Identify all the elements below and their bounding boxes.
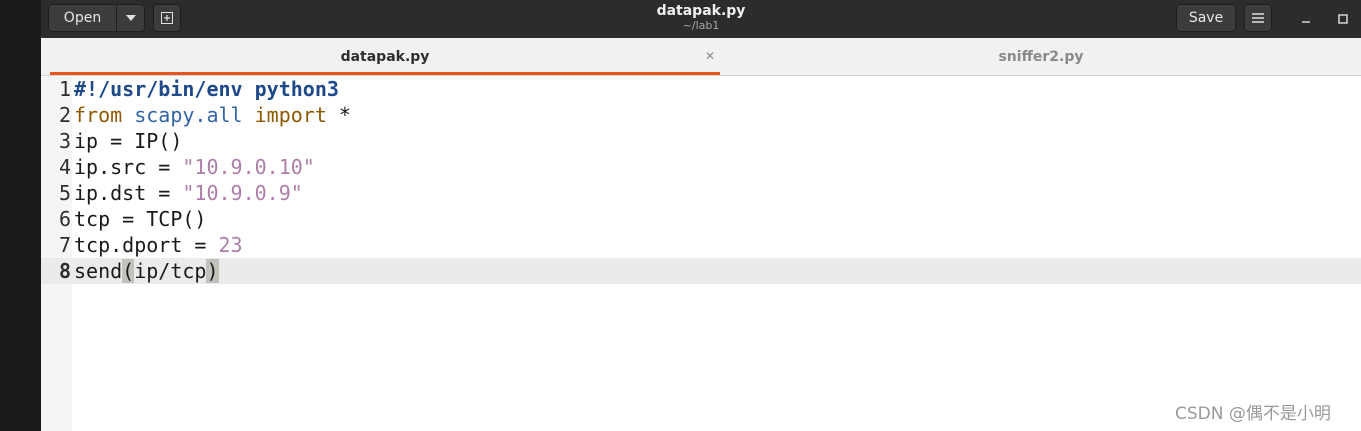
code-text: send(ip/tcp) <box>74 258 219 284</box>
tab-bar: datapak.py ✕ sniffer2.py <box>41 38 1361 76</box>
close-tab-button[interactable]: ✕ <box>702 48 718 64</box>
code-token: send <box>74 259 123 283</box>
line-number: 6 <box>58 207 71 231</box>
code-token: ip = IP() <box>74 129 183 153</box>
window-subtitle: ~/lab1 <box>682 19 720 32</box>
code-token: scapy.all <box>134 103 243 127</box>
code-line[interactable]: 3 ip = IP() <box>41 128 1361 154</box>
save-button[interactable]: Save <box>1176 4 1236 32</box>
code-token: #!/usr/bin/env python3 <box>74 77 339 101</box>
hamburger-menu-icon <box>1252 13 1264 23</box>
tab-label: sniffer2.py <box>998 48 1084 65</box>
code-token: import <box>254 103 327 127</box>
code-token: from <box>74 103 123 127</box>
line-number: 7 <box>58 233 71 257</box>
watermark: CSDN @偶不是小明 <box>1175 404 1331 424</box>
new-tab-button[interactable] <box>153 4 181 32</box>
code-token: ) <box>206 259 219 283</box>
code-text: #!/usr/bin/env python3 <box>74 76 339 102</box>
text-editor-window: Open datapak.py ~/lab1 Save datapak.py ✕… <box>41 0 1361 431</box>
window-title-area: datapak.py ~/lab1 <box>601 3 801 32</box>
code-token: tcp = TCP() <box>74 207 207 231</box>
line-number: 8 <box>58 259 71 283</box>
desktop-dock-strip <box>0 0 41 431</box>
open-button[interactable]: Open <box>48 4 117 32</box>
tab-sniffer2[interactable]: sniffer2.py <box>721 38 1361 75</box>
minimize-button[interactable] <box>1296 9 1316 29</box>
minimize-icon <box>1302 21 1310 23</box>
line-number: 4 <box>58 155 71 179</box>
line-number: 1 <box>58 77 71 101</box>
code-line[interactable]: 2 from scapy.all import * <box>41 102 1361 128</box>
tab-label: datapak.py <box>340 48 430 65</box>
open-menu-button[interactable] <box>117 4 145 32</box>
line-number: 3 <box>58 129 71 153</box>
hamburger-menu-button[interactable] <box>1244 4 1272 32</box>
code-token: ip.src = <box>74 155 183 179</box>
code-line[interactable]: 6 tcp = TCP() <box>41 206 1361 232</box>
line-number: 2 <box>58 103 71 127</box>
code-token: ip.dst = <box>74 181 183 205</box>
code-token: "10.9.0.10" <box>182 155 315 179</box>
code-text: ip.src = "10.9.0.10" <box>74 154 315 180</box>
code-text: tcp.dport = 23 <box>74 232 243 258</box>
code-token: ( <box>122 259 135 283</box>
header-bar: Open datapak.py ~/lab1 Save <box>41 0 1361 38</box>
code-line[interactable]: 1 #!/usr/bin/env python3 <box>41 76 1361 102</box>
code-token: "10.9.0.9" <box>182 181 303 205</box>
code-line[interactable]: 8 send(ip/tcp) <box>41 258 1361 284</box>
code-line[interactable]: 7 tcp.dport = 23 <box>41 232 1361 258</box>
code-token: * <box>326 103 351 127</box>
code-text: from scapy.all import * <box>74 102 351 128</box>
code-text: ip = IP() <box>74 128 182 154</box>
code-line[interactable]: 4 ip.src = "10.9.0.10" <box>41 154 1361 180</box>
new-document-icon <box>161 12 173 24</box>
maximize-icon <box>1338 14 1348 24</box>
chevron-down-icon <box>125 15 136 21</box>
window-title: datapak.py <box>656 3 746 19</box>
code-text: ip.dst = "10.9.0.9" <box>74 180 303 206</box>
code-text: tcp = TCP() <box>74 206 206 232</box>
code-token: ip/tcp <box>134 259 207 283</box>
tab-datapak[interactable]: datapak.py ✕ <box>50 38 720 75</box>
code-editor[interactable]: 1 #!/usr/bin/env python3 2 from scapy.all i… <box>41 76 1361 431</box>
maximize-button[interactable] <box>1333 9 1353 29</box>
code-line[interactable]: 5 ip.dst = "10.9.0.9" <box>41 180 1361 206</box>
active-tab-indicator <box>50 72 720 75</box>
close-icon: ✕ <box>704 49 716 63</box>
code-token: tcp.dport = <box>74 233 219 257</box>
code-token: 23 <box>218 233 243 257</box>
line-number: 5 <box>58 181 71 205</box>
